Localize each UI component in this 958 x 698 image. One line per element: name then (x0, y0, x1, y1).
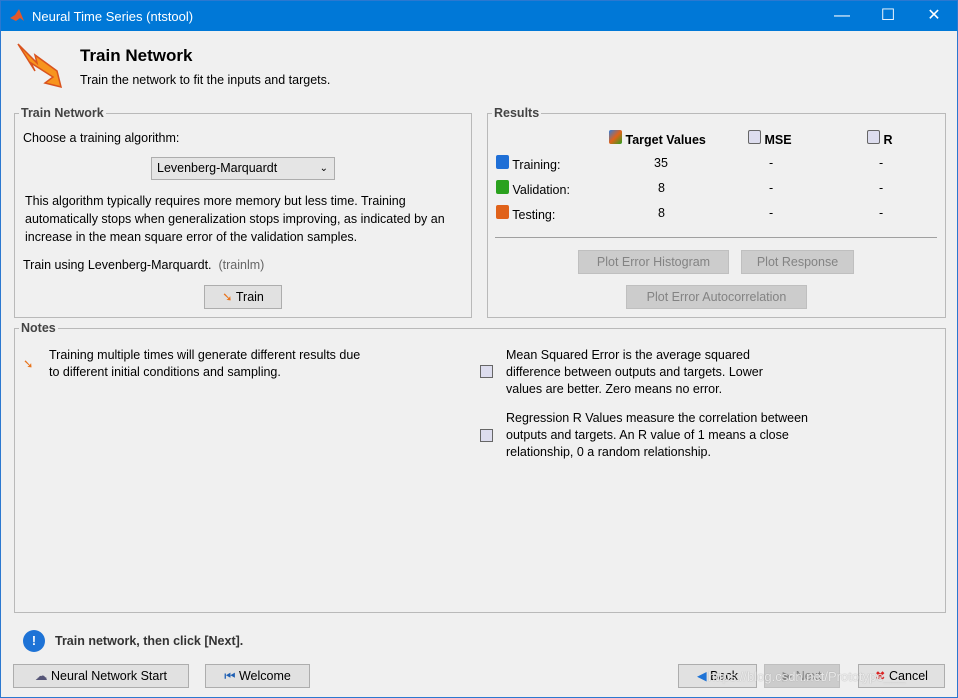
brain-icon: ☁ (35, 669, 48, 683)
col-r: R (867, 130, 893, 147)
window-title: Neural Time Series (ntstool) (32, 9, 194, 24)
maximize-button[interactable]: ☐ (865, 1, 911, 31)
results-divider (495, 237, 937, 238)
panel-title: Train Network (19, 106, 106, 120)
button-label: Welcome (238, 669, 291, 683)
validation-mse: - (769, 181, 774, 195)
regression-plot-icon (867, 130, 880, 144)
back-arrow-icon: ◀ (697, 669, 707, 683)
algorithm-description: This algorithm typically requires more m… (25, 194, 445, 244)
results-row-testing: Testing: (496, 205, 555, 222)
train-function: (trainlm) (218, 258, 265, 272)
plot-response-button[interactable]: Plot Response (741, 250, 854, 274)
training-mse: - (769, 156, 774, 170)
target-values-icon (609, 130, 622, 144)
minimize-button[interactable]: — (819, 1, 865, 31)
cube-blue-icon (496, 155, 509, 169)
regression-note-icon (480, 429, 493, 442)
row-label: Validation: (512, 183, 570, 197)
algorithm-value: Levenberg-Marquardt (157, 161, 278, 175)
watermark: https://blog.csdn.net/Prototype___ (708, 669, 906, 684)
train-button-label: Train (235, 290, 264, 304)
plot-error-histogram-button[interactable]: Plot Error Histogram (578, 250, 729, 274)
neural-network-start-button[interactable]: ☁ Neural Network Start (13, 664, 189, 688)
welcome-button[interactable]: ⏮ Welcome (205, 664, 310, 688)
testing-targets: 8 (658, 206, 665, 220)
row-label: Training: (512, 158, 561, 172)
choose-label: Choose a training algorithm: (23, 131, 180, 145)
note-training: Training multiple times will generate di… (49, 348, 361, 379)
col-mse: MSE (748, 130, 792, 147)
train-note-icon: ➘ (23, 357, 34, 371)
testing-mse: - (769, 206, 774, 220)
cube-orange-icon (496, 205, 509, 219)
algorithm-select[interactable]: Levenberg-Marquardt ⌄ (151, 157, 335, 180)
close-button[interactable]: ✕ (911, 1, 957, 31)
note-mse: Mean Squared Error is the average square… (506, 348, 763, 396)
window: Neural Time Series (ntstool) — ☐ ✕ Train… (0, 0, 958, 698)
page-subtitle: Train the network to fit the inputs and … (80, 73, 331, 87)
button-label: Neural Network Start (50, 669, 167, 683)
testing-r: - (879, 206, 884, 220)
col-target-values: Target Values (609, 130, 706, 147)
title-bar: Neural Time Series (ntstool) — ☐ ✕ (1, 1, 957, 31)
train-using-label: Train using Levenberg-Marquardt. (trainl… (23, 258, 264, 272)
panel-title: Notes (19, 321, 58, 335)
skip-back-icon: ⏮ (224, 669, 236, 683)
results-row-validation: Validation: (496, 180, 570, 197)
results-row-training: Training: (496, 155, 560, 172)
status-message: Train network, then click [Next]. (55, 634, 244, 648)
plot-error-autocorrelation-button[interactable]: Plot Error Autocorrelation (626, 285, 807, 309)
train-icon: ➘ (222, 290, 233, 304)
row-label: Testing: (512, 208, 556, 222)
training-r: - (879, 156, 884, 170)
mse-plot-icon (748, 130, 761, 144)
train-using-text: Train using Levenberg-Marquardt. (23, 258, 212, 272)
panel-title: Results (492, 106, 542, 120)
chevron-down-icon: ⌄ (319, 163, 328, 174)
info-icon: ! (23, 630, 45, 652)
cube-green-icon (496, 180, 509, 194)
mse-note-icon (480, 365, 493, 378)
col-label: Target Values (625, 133, 706, 147)
validation-targets: 8 (658, 181, 665, 195)
train-lightning-icon (17, 43, 63, 89)
col-label: R (883, 133, 893, 147)
page-title: Train Network (80, 46, 193, 65)
col-label: MSE (764, 133, 792, 147)
matlab-logo-icon (10, 9, 24, 21)
note-regression: Regression R Values measure the correlat… (506, 411, 809, 459)
validation-r: - (879, 181, 884, 195)
training-targets: 35 (654, 156, 668, 170)
train-button[interactable]: ➘ Train (204, 285, 282, 309)
